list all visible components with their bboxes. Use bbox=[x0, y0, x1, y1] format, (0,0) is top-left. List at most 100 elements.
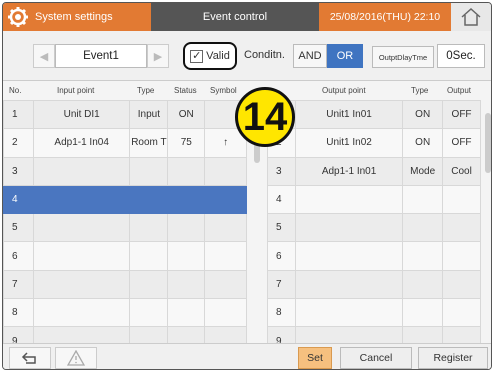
col-no: No. bbox=[9, 86, 22, 95]
event-control-window: System settings Event control 25/08/2016… bbox=[2, 2, 492, 370]
header-title: System settings bbox=[35, 11, 113, 23]
input-row[interactable]: 4 bbox=[3, 184, 247, 215]
header-title-tab: System settings bbox=[3, 3, 151, 31]
output-cell bbox=[294, 298, 404, 328]
prev-event-button[interactable]: ◀ bbox=[33, 44, 55, 68]
input-cell bbox=[167, 213, 206, 243]
input-cell bbox=[167, 156, 206, 186]
condition-label: Conditn. bbox=[244, 49, 285, 61]
input-row[interactable]: 8 bbox=[3, 298, 247, 328]
register-button[interactable]: Register bbox=[418, 347, 488, 369]
set-button[interactable]: Set bbox=[298, 347, 332, 369]
input-cell bbox=[204, 213, 247, 243]
output-row[interactable]: 7 bbox=[267, 269, 481, 300]
input-cell: 1 bbox=[3, 99, 34, 130]
col-output: Output bbox=[447, 86, 472, 95]
next-event-button[interactable]: ▶ bbox=[147, 44, 169, 68]
input-cell: 6 bbox=[3, 241, 34, 271]
gear-icon bbox=[8, 7, 28, 27]
output-cell: Unit1 In01 bbox=[294, 99, 404, 130]
output-cell bbox=[402, 298, 444, 328]
output-row[interactable]: 3 Adp1-1 In01 Mode Cool bbox=[267, 156, 481, 186]
output-row[interactable]: 2Unit1 In02ONOFF bbox=[267, 128, 481, 158]
output-delay-field[interactable]: 0Sec. bbox=[437, 44, 485, 68]
cancel-button[interactable]: Cancel bbox=[340, 347, 412, 369]
input-row[interactable]: 5 bbox=[3, 213, 247, 243]
and-button[interactable]: AND bbox=[293, 44, 327, 68]
output-cell bbox=[294, 184, 404, 215]
output-cell bbox=[402, 184, 444, 215]
input-row[interactable]: 7 bbox=[3, 269, 247, 300]
output-delay-label: OutptDlayTme bbox=[372, 46, 434, 68]
input-row[interactable]: 3 bbox=[3, 156, 247, 186]
output-cell bbox=[442, 241, 481, 271]
input-cell bbox=[129, 241, 169, 271]
warning-icon bbox=[67, 350, 85, 366]
output-cell bbox=[442, 184, 481, 215]
input-cell bbox=[32, 269, 131, 300]
input-row[interactable]: 1 Unit DI1 Input ON bbox=[3, 99, 247, 130]
col-output-point: Output point bbox=[322, 86, 366, 95]
input-cell bbox=[129, 156, 169, 186]
output-scrollbar[interactable] bbox=[485, 113, 491, 173]
output-cell: ON bbox=[402, 99, 444, 130]
footer-bar: Set Cancel Register bbox=[3, 343, 491, 369]
input-cell bbox=[167, 184, 206, 215]
output-cell: ON bbox=[402, 128, 444, 158]
output-cell: 5 bbox=[267, 213, 296, 243]
output-cell bbox=[442, 213, 481, 243]
input-cell bbox=[204, 269, 247, 300]
output-cell bbox=[402, 241, 444, 271]
check-icon: ✓ bbox=[190, 49, 204, 63]
input-cell bbox=[32, 241, 131, 271]
output-cell bbox=[294, 213, 404, 243]
datetime: 25/08/2016(THU) 22:10 bbox=[319, 3, 451, 31]
back-icon bbox=[21, 352, 36, 364]
output-row[interactable]: 8 bbox=[267, 298, 481, 328]
output-row[interactable]: 6 bbox=[267, 241, 481, 271]
output-cell bbox=[442, 269, 481, 300]
input-cell bbox=[167, 269, 206, 300]
input-row[interactable]: 2 Adp1-1 In04 Room T 75 ↑ bbox=[3, 128, 247, 158]
home-button[interactable] bbox=[451, 3, 491, 31]
output-row[interactable]: 1Unit1 In01ONOFF bbox=[267, 99, 481, 130]
input-table: 1 Unit DI1 Input ON 2 Adp1-1 In04 Room T 75 ↑ 3 4 5… bbox=[3, 99, 247, 356]
col-type: Type bbox=[137, 86, 155, 95]
input-cell: Room T bbox=[129, 128, 169, 158]
input-cell bbox=[204, 156, 247, 186]
output-cell bbox=[294, 269, 404, 300]
event-toolbar: ◀ Event1 ▶ ✓ Valid Conditn. AND OR Outpt… bbox=[3, 31, 491, 81]
output-cell: Unit1 In02 bbox=[294, 128, 404, 158]
or-button[interactable]: OR bbox=[327, 44, 363, 68]
output-cell bbox=[294, 241, 404, 271]
input-cell bbox=[167, 241, 206, 271]
output-cell: 3 bbox=[267, 156, 296, 186]
input-cell: 75 bbox=[167, 128, 206, 158]
input-cell bbox=[129, 269, 169, 300]
input-cell bbox=[129, 298, 169, 328]
input-cell: Unit DI1 bbox=[32, 99, 131, 130]
output-table-header: Output point Type Output bbox=[265, 82, 491, 100]
input-cell bbox=[204, 298, 247, 328]
back-button[interactable] bbox=[9, 347, 51, 369]
input-cell bbox=[129, 184, 169, 215]
event-name-field[interactable]: Event1 bbox=[55, 44, 147, 68]
input-cell: ON bbox=[167, 99, 206, 130]
input-cell: 5 bbox=[3, 213, 34, 243]
input-cell: 8 bbox=[3, 298, 34, 328]
input-cell: 2 bbox=[3, 128, 34, 158]
input-row[interactable]: 6 bbox=[3, 241, 247, 271]
output-row[interactable]: 4 bbox=[267, 184, 481, 215]
col-status: Status bbox=[174, 86, 197, 95]
output-cell: 4 bbox=[267, 184, 296, 215]
step-callout-badge: 14 bbox=[235, 87, 295, 147]
output-row[interactable]: 5 bbox=[267, 213, 481, 243]
header-bar: System settings Event control 25/08/2016… bbox=[3, 3, 491, 31]
input-cell: 4 bbox=[3, 184, 34, 215]
input-cell bbox=[129, 213, 169, 243]
valid-checkbox[interactable]: ✓ Valid bbox=[183, 42, 237, 70]
col-output-type: Type bbox=[411, 86, 429, 95]
input-cell bbox=[204, 184, 247, 215]
warning-button[interactable] bbox=[55, 347, 97, 369]
output-cell: OFF bbox=[442, 99, 481, 130]
